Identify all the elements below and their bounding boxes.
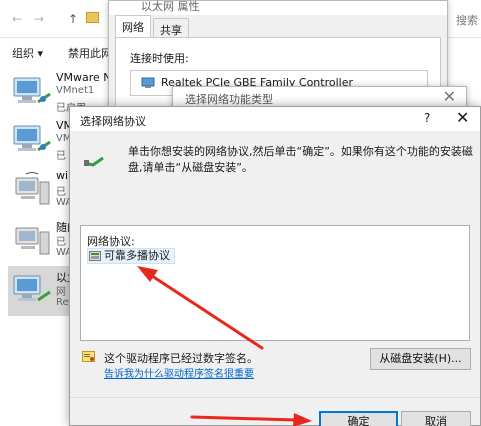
adapter-network: 已 xyxy=(56,237,66,248)
protocol-list-header: 网络协议: xyxy=(87,235,135,248)
protocol-name: 可靠多播协议 xyxy=(104,249,170,262)
footer-divider xyxy=(70,397,480,398)
feature-dialog-title: 选择网络功能类型 xyxy=(185,93,273,106)
protocol-icon xyxy=(89,251,101,261)
back-arrow-icon[interactable]: ← xyxy=(12,12,22,26)
certificate-icon xyxy=(82,351,95,362)
have-disk-button[interactable]: 从磁盘安装(H)... xyxy=(370,348,471,370)
close-icon[interactable]: ✕ xyxy=(443,87,456,106)
cancel-button[interactable]: 取消 xyxy=(401,411,471,426)
search-box[interactable]: 搜索 xyxy=(456,12,478,28)
folder-icon xyxy=(86,12,99,23)
close-icon[interactable]: ✕ xyxy=(456,108,469,127)
network-adapter-icon xyxy=(141,77,155,88)
adapter-network: 网 xyxy=(56,287,66,298)
driver-signed-text: 这个驱动程序已经过数字签名。 xyxy=(104,352,258,365)
forward-arrow-icon[interactable]: → xyxy=(34,12,44,26)
ok-button[interactable]: 确定 xyxy=(319,411,398,426)
network-computer-icon xyxy=(13,125,51,152)
disable-device-button[interactable]: 禁用此网 xyxy=(68,45,112,61)
adapter-status: Re xyxy=(56,297,69,308)
organize-menu[interactable]: 组织 ▾ xyxy=(12,45,43,61)
wifi-computer-icon xyxy=(15,172,50,205)
wifi-computer-icon xyxy=(15,227,50,255)
adapter-network: 已 xyxy=(56,187,66,198)
adapter-status: 已 xyxy=(56,151,66,162)
up-arrow-icon[interactable]: ↑ xyxy=(68,12,78,26)
protocol-titlebar: 选择网络协议 ? ✕ xyxy=(70,107,480,131)
tab-sharing[interactable]: 共享 xyxy=(153,18,189,38)
properties-titlebar: 以太网 属性 xyxy=(109,0,447,15)
adapter-network: VMnet1 xyxy=(56,85,95,96)
list-item-reliable-multicast[interactable]: 可靠多播协议 xyxy=(87,248,175,264)
network-computer-icon xyxy=(13,275,51,302)
select-network-protocol-dialog: 选择网络协议 ? ✕ 单击你想安装的网络协议,然后单击“确定”。如果你有这个功能… xyxy=(69,106,481,426)
instructions-text: 单击你想安装的网络协议,然后单击“确定”。如果你有这个功能的安装磁盘,请单击“从… xyxy=(128,145,473,174)
tab-networking[interactable]: 网络 xyxy=(115,15,151,38)
properties-title: 以太网 属性 xyxy=(141,0,200,13)
protocol-dialog-title: 选择网络协议 xyxy=(80,115,146,128)
driver-signing-link[interactable]: 告诉我为什么驱动程序签名很重要 xyxy=(104,365,254,380)
protocol-list[interactable]: 网络协议: 可靠多播协议 xyxy=(80,225,470,341)
connect-using-label: 连接时使用: xyxy=(130,52,189,65)
network-computer-icon xyxy=(13,77,51,104)
help-button[interactable]: ? xyxy=(424,111,430,125)
network-cable-icon xyxy=(84,156,104,167)
